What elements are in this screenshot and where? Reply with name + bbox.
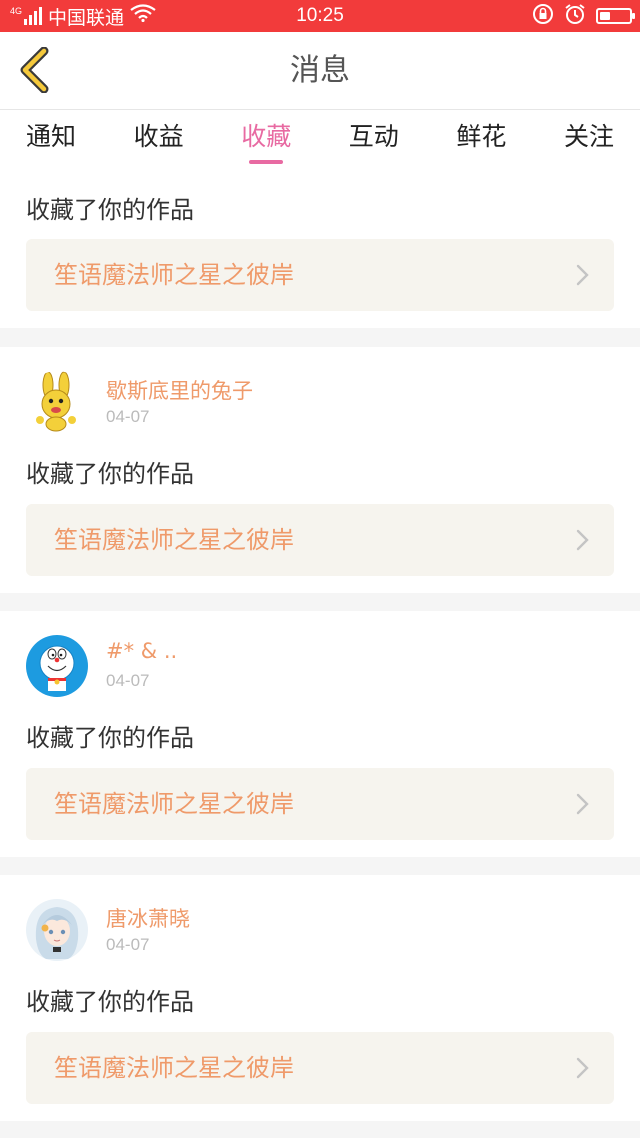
message-card: 收藏了你的作品 笙语魔法师之星之彼岸: [0, 170, 640, 328]
tab-label: 通知: [26, 122, 77, 151]
rotation-lock-icon: [532, 3, 554, 30]
username[interactable]: #* & ..: [106, 639, 177, 663]
tab-following[interactable]: 关注: [564, 110, 614, 170]
message-action-text: 收藏了你的作品: [26, 724, 194, 752]
work-title: 笙语魔法师之星之彼岸: [54, 261, 294, 289]
tab-flowers[interactable]: 鲜花: [456, 110, 506, 170]
rabbit-avatar[interactable]: [26, 371, 88, 433]
tab-label: 收益: [133, 122, 184, 151]
tab-favorites[interactable]: 收藏: [241, 110, 291, 170]
doraemon-avatar[interactable]: [26, 635, 88, 697]
message-action-text: 收藏了你的作品: [26, 196, 194, 224]
tab-label: 互动: [348, 122, 399, 151]
username[interactable]: 歇斯底里的兔子: [106, 375, 253, 405]
tab-interactions[interactable]: 互动: [349, 110, 399, 170]
battery-icon: [596, 8, 635, 24]
tab-notifications[interactable]: 通知: [26, 110, 76, 170]
message-date: 04-07: [106, 407, 150, 426]
message-action-text: 收藏了你的作品: [26, 460, 194, 488]
tab-bar: 通知 收益 收藏 互动 鲜花 关注: [0, 110, 640, 170]
tab-earnings[interactable]: 收益: [134, 110, 184, 170]
work-link[interactable]: 笙语魔法师之星之彼岸: [26, 239, 614, 311]
status-bar: 4G 中国联通 10:25: [0, 0, 640, 32]
page-title: 消息: [290, 53, 350, 88]
message-card: 歇斯底里的兔子 04-07 收藏了你的作品 笙语魔法师之星之彼岸: [0, 347, 640, 593]
chevron-right-icon: [576, 793, 589, 815]
message-date: 04-07: [106, 935, 150, 954]
tab-label: 关注: [563, 122, 614, 151]
anime-girl-avatar[interactable]: [26, 899, 88, 961]
battery-level: [600, 12, 610, 20]
tab-label: 收藏: [241, 122, 292, 151]
work-link[interactable]: 笙语魔法师之星之彼岸: [26, 768, 614, 840]
message-date: 04-07: [106, 671, 150, 690]
tab-label: 鲜花: [456, 122, 507, 151]
alarm-icon: [564, 3, 586, 30]
nav-bar: 消息: [0, 32, 640, 110]
work-link[interactable]: 笙语魔法师之星之彼岸: [26, 1032, 614, 1104]
work-title: 笙语魔法师之星之彼岸: [54, 1054, 294, 1082]
work-title: 笙语魔法师之星之彼岸: [54, 790, 294, 818]
work-link[interactable]: 笙语魔法师之星之彼岸: [26, 504, 614, 576]
chevron-right-icon: [576, 264, 589, 286]
chevron-right-icon: [576, 1057, 589, 1079]
username[interactable]: 唐冰萧晓: [106, 903, 190, 933]
message-card: 唐冰萧晓 04-07 收藏了你的作品 笙语魔法师之星之彼岸: [0, 875, 640, 1121]
message-action-text: 收藏了你的作品: [26, 988, 194, 1016]
chevron-right-icon: [576, 529, 589, 551]
work-title: 笙语魔法师之星之彼岸: [54, 526, 294, 554]
message-card: #* & .. 04-07 收藏了你的作品 笙语魔法师之星之彼岸: [0, 611, 640, 857]
